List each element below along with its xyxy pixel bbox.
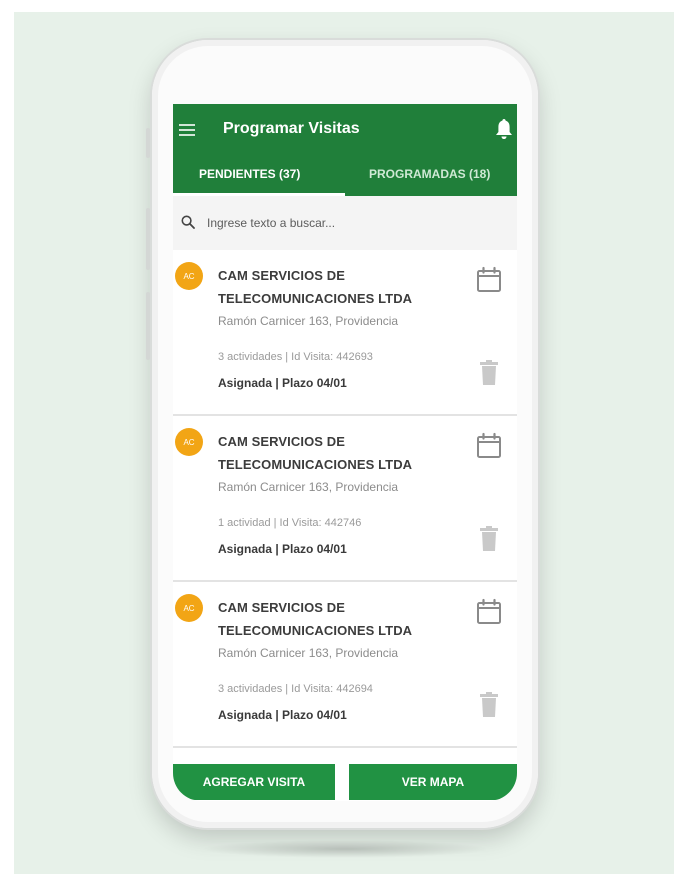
search-input[interactable] xyxy=(207,212,497,234)
company-name-line: TELECOMUNICACIONES LTDA xyxy=(218,291,413,306)
company-name-line: CAM SERVICIOS DE xyxy=(218,268,346,283)
company-name: CAM SERVICIOS DE TELECOMUNICACIONES LTDA xyxy=(218,264,448,310)
app-screen: Programar Visitas PENDIENTES (37) PROGRA… xyxy=(173,104,517,801)
phone-side-button xyxy=(146,292,150,360)
menu-icon[interactable] xyxy=(179,124,195,136)
visit-status: Asignada | Plazo 04/01 xyxy=(218,376,347,390)
view-map-button[interactable]: VER MAPA xyxy=(349,764,517,800)
visit-status: Asignada | Plazo 04/01 xyxy=(218,708,347,722)
company-name: CAM SERVICIOS DE TELECOMUNICACIONES LTDA xyxy=(218,596,448,642)
calendar-icon[interactable] xyxy=(475,432,503,460)
search-bar xyxy=(173,196,517,250)
avatar: AC xyxy=(175,262,203,290)
app-bar: Programar Visitas PENDIENTES (37) PROGRA… xyxy=(173,104,517,196)
page-title: Programar Visitas xyxy=(223,120,360,137)
visit-status: Asignada | Plazo 04/01 xyxy=(218,542,347,556)
trash-icon[interactable] xyxy=(479,692,499,718)
company-name-line: CAM SERVICIOS DE xyxy=(218,434,346,449)
search-icon xyxy=(181,215,195,229)
visit-card[interactable]: AC CAM SERVICIOS DE TELECOMUNICACIONES L… xyxy=(173,250,517,416)
visit-address: Ramón Carnicer 163, Providencia xyxy=(218,480,399,494)
company-name-line: TELECOMUNICACIONES LTDA xyxy=(218,623,413,638)
visit-address: Ramón Carnicer 163, Providencia xyxy=(218,646,399,660)
add-visit-button[interactable]: AGREGAR VISITA xyxy=(173,764,335,800)
visit-meta: 1 actividad | Id Visita: 442746 xyxy=(218,517,362,529)
phone-side-button xyxy=(146,208,150,270)
phone-side-button xyxy=(146,128,150,158)
tab-pendientes[interactable]: PENDIENTES (37) xyxy=(199,167,300,181)
company-name: CAM SERVICIOS DE TELECOMUNICACIONES LTDA xyxy=(218,430,448,476)
tab-programadas[interactable]: PROGRAMADAS (18) xyxy=(369,167,490,181)
avatar: AC xyxy=(175,594,203,622)
bell-icon[interactable] xyxy=(495,118,513,140)
trash-icon[interactable] xyxy=(479,526,499,552)
avatar: AC xyxy=(175,428,203,456)
visit-meta: 3 actividades | Id Visita: 442693 xyxy=(218,351,373,363)
visit-card[interactable]: AC CAM SERVICIOS DE TELECOMUNICACIONES L… xyxy=(173,582,517,748)
calendar-icon[interactable] xyxy=(475,266,503,294)
phone-shadow xyxy=(200,840,490,858)
visit-card[interactable]: AC CAM SERVICIOS DE TELECOMUNICACIONES L… xyxy=(173,416,517,582)
company-name-line: TELECOMUNICACIONES LTDA xyxy=(218,457,413,472)
company-name-line: CAM SERVICIOS DE xyxy=(218,600,346,615)
visit-meta: 3 actividades | Id Visita: 442694 xyxy=(218,683,373,695)
trash-icon[interactable] xyxy=(479,360,499,386)
visit-address: Ramón Carnicer 163, Providencia xyxy=(218,314,399,328)
calendar-icon[interactable] xyxy=(475,598,503,626)
